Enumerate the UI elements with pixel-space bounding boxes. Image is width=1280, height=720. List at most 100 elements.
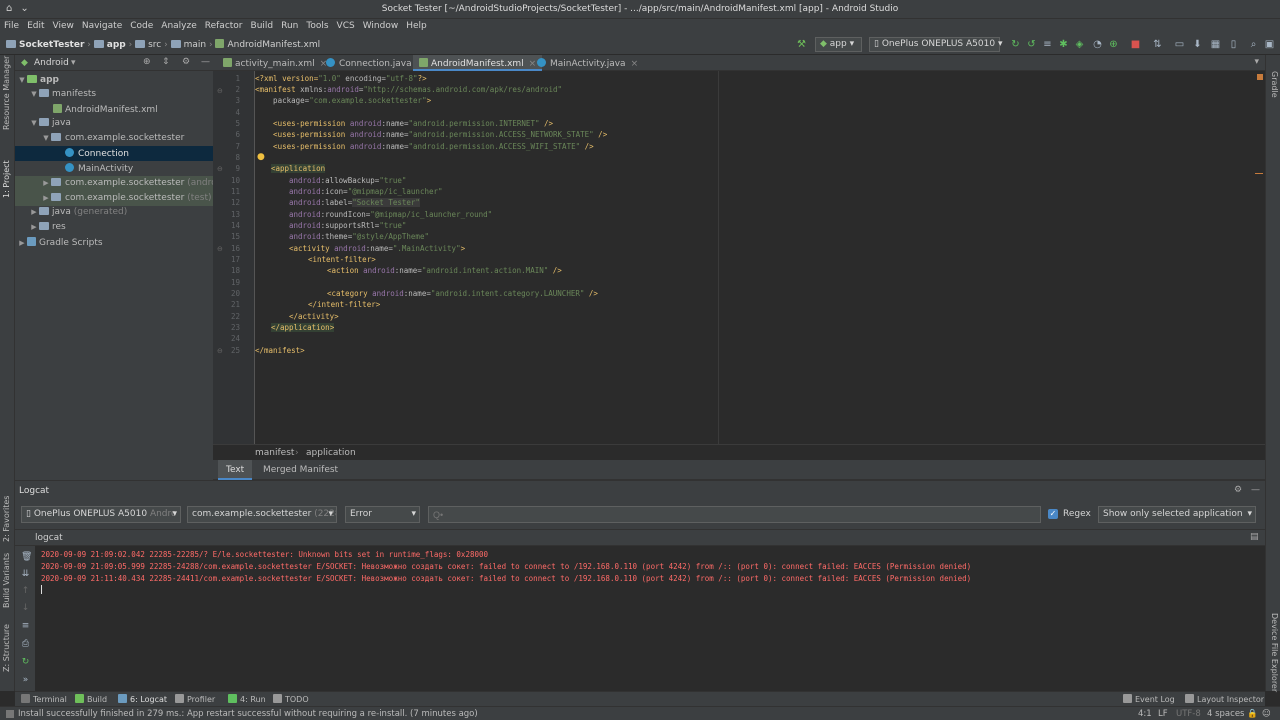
status-position[interactable]: 4:1	[1138, 709, 1152, 719]
list-icon[interactable]: ≡	[1042, 39, 1053, 50]
run-config-combo[interactable]: ◆ app ▾	[815, 37, 862, 52]
sync-gradle-icon[interactable]: ⇅	[1152, 39, 1163, 50]
project-tab[interactable]: 1: Project	[2, 160, 11, 198]
coverage-icon[interactable]: ◈	[1074, 39, 1085, 50]
tool-layout-inspector[interactable]: Layout Inspector	[1185, 694, 1264, 704]
tool-logcat[interactable]: 6: Logcat	[118, 694, 167, 704]
locate-icon[interactable]: ⊕	[143, 57, 151, 67]
logcat-search-input[interactable]	[428, 506, 1041, 523]
chevron-right-icon[interactable]: ▶	[29, 223, 39, 231]
menu-help[interactable]: Help	[402, 19, 431, 31]
tree-item-androidmanifest[interactable]: AndroidManifest.xml	[15, 102, 213, 117]
fold-icon[interactable]: ⊖	[217, 165, 223, 173]
tree-item-manifests[interactable]: ▼ manifests	[15, 87, 213, 102]
logcat-process-select[interactable]: com.example.sockettester (22285▾	[187, 506, 337, 523]
close-icon[interactable]: ×	[631, 59, 639, 69]
build-hammer-icon[interactable]: ⚒	[796, 39, 807, 50]
logcat-level-select[interactable]: Error ▾	[345, 506, 420, 523]
tree-item-java-generated[interactable]: ▶ java (generated)	[15, 205, 213, 220]
stop-icon[interactable]: ■	[1130, 39, 1141, 50]
tab-androidmanifest[interactable]: AndroidManifest.xml ×	[413, 55, 543, 71]
apply-changes-icon[interactable]: ↻	[1010, 39, 1021, 50]
chevron-down-icon[interactable]: ▼	[29, 90, 39, 98]
gradle-tab[interactable]: Gradle	[1270, 71, 1279, 98]
breadcrumb-src[interactable]: src	[148, 40, 161, 50]
chevron-down-icon[interactable]: ▼	[41, 134, 51, 142]
tree-item-mainactivity[interactable]: MainActivity	[15, 161, 213, 176]
project-view-selector[interactable]: Android	[34, 58, 69, 68]
resource-manager-tab[interactable]: Resource Manager	[2, 56, 11, 130]
tool-run[interactable]: 4: Run	[228, 694, 266, 704]
lock-icon[interactable]: 🔒	[1247, 709, 1258, 719]
chevron-right-icon[interactable]: ▶	[41, 194, 51, 202]
breadcrumb-project[interactable]: SocketTester	[19, 40, 84, 50]
tool-todo[interactable]: TODO	[273, 694, 309, 704]
chevron-down-icon[interactable]: ▾	[71, 58, 76, 68]
logcat-device-select[interactable]: ▯ OnePlus ONEPLUS A5010 Andro ▾	[21, 506, 181, 523]
status-message[interactable]: Install successfully finished in 279 ms.…	[18, 709, 478, 719]
breadcrumb-file[interactable]: AndroidManifest.xml	[227, 40, 320, 50]
menu-build[interactable]: Build	[247, 19, 278, 31]
fold-icon[interactable]: ⊖	[217, 245, 223, 253]
menu-run[interactable]: Run	[277, 19, 302, 31]
tool-build[interactable]: Build	[75, 694, 107, 704]
code-editor[interactable]: ● <?xml version="1.0" encoding="utf-8"?>…	[255, 71, 1265, 444]
collapse-icon[interactable]: ⇕	[162, 57, 170, 67]
tree-item-gradle-scripts[interactable]: ▶ Gradle Scripts	[15, 235, 213, 250]
apply-code-changes-icon[interactable]: ↺	[1026, 39, 1037, 50]
status-encoding[interactable]: UTF-8	[1176, 709, 1201, 719]
error-stripe-marker[interactable]	[1255, 173, 1263, 174]
scroll-to-end-icon[interactable]: ⇊	[21, 570, 30, 579]
minimize-icon[interactable]: —	[1251, 485, 1260, 495]
tool-profiler[interactable]: Profiler	[175, 694, 215, 704]
menu-file[interactable]: File	[0, 19, 23, 31]
tab-mainactivity[interactable]: MainActivity.java ×	[531, 55, 644, 71]
crumb-manifest[interactable]: manifest	[255, 448, 294, 458]
breadcrumb-main[interactable]: main	[184, 40, 207, 50]
tree-item-package-test[interactable]: ▶ com.example.sockettester (test)	[15, 191, 213, 206]
tree-item-res[interactable]: ▶ res	[15, 220, 213, 235]
minimize-icon[interactable]: —	[201, 57, 210, 67]
warning-marker-icon[interactable]	[1257, 74, 1263, 80]
status-indent[interactable]: 4 spaces	[1207, 709, 1244, 719]
lightbulb-icon[interactable]: ●	[257, 152, 265, 162]
menu-vcs[interactable]: VCS	[333, 19, 359, 31]
avd-manager-icon[interactable]: ▭	[1174, 39, 1185, 50]
tree-item-package-androidtest[interactable]: ▶com.example.sockettester (androidTest)	[15, 176, 213, 191]
print-icon[interactable]: ⎙	[21, 640, 30, 649]
trash-icon[interactable]: 🗑	[21, 553, 32, 562]
tree-item-java[interactable]: ▼ java	[15, 116, 213, 131]
restart-icon[interactable]: ↻	[21, 658, 30, 667]
tree-item-app[interactable]: ▼ app	[15, 73, 213, 88]
menu-tools[interactable]: Tools	[302, 19, 332, 31]
tab-list-icon[interactable]: ▾	[1254, 57, 1259, 67]
breadcrumb-module[interactable]: app	[107, 40, 126, 50]
tree-item-connection[interactable]: Connection	[15, 146, 213, 161]
tool-event-log[interactable]: Event Log	[1123, 694, 1175, 704]
menu-refactor[interactable]: Refactor	[201, 19, 247, 31]
gear-icon[interactable]: ⚙	[1234, 485, 1242, 495]
attach-debugger-icon[interactable]: ⊕	[1108, 39, 1119, 50]
inspector-icon[interactable]: ☺	[1262, 709, 1271, 719]
device-combo[interactable]: ▯ OnePlus ONEPLUS A5010 ▾	[869, 37, 1002, 52]
square-icon[interactable]: ▣	[1264, 39, 1275, 50]
chevron-right-icon[interactable]: ▶	[29, 208, 39, 216]
sdk-manager-icon[interactable]: ⬇	[1192, 39, 1203, 50]
project-structure-icon[interactable]: ▦	[1210, 39, 1221, 50]
device-icon[interactable]: ▯	[1228, 39, 1239, 50]
arrow-down-icon[interactable]: ↓	[21, 604, 30, 613]
arrow-up-icon[interactable]: ↑	[21, 587, 30, 596]
layout-icon[interactable]: ▤	[1250, 532, 1259, 542]
tab-text[interactable]: Text	[218, 460, 253, 480]
chevron-right-icon[interactable]: ▶	[17, 239, 27, 247]
chevron-down-icon[interactable]: ▼	[17, 76, 27, 84]
menu-navigate[interactable]: Navigate	[78, 19, 126, 31]
crumb-application[interactable]: application	[306, 448, 356, 458]
tree-item-package[interactable]: ▼ com.example.sockettester	[15, 131, 213, 146]
status-line-separator[interactable]: LF	[1158, 709, 1168, 719]
search-icon[interactable]: ⌕	[1248, 39, 1259, 50]
logcat-filter-select[interactable]: Show only selected application ▾	[1098, 506, 1256, 523]
debug-icon[interactable]: ✱	[1058, 39, 1069, 50]
device-file-explorer-tab[interactable]: Device File Explorer	[1270, 613, 1279, 692]
profile-icon[interactable]: ◔	[1092, 39, 1103, 50]
